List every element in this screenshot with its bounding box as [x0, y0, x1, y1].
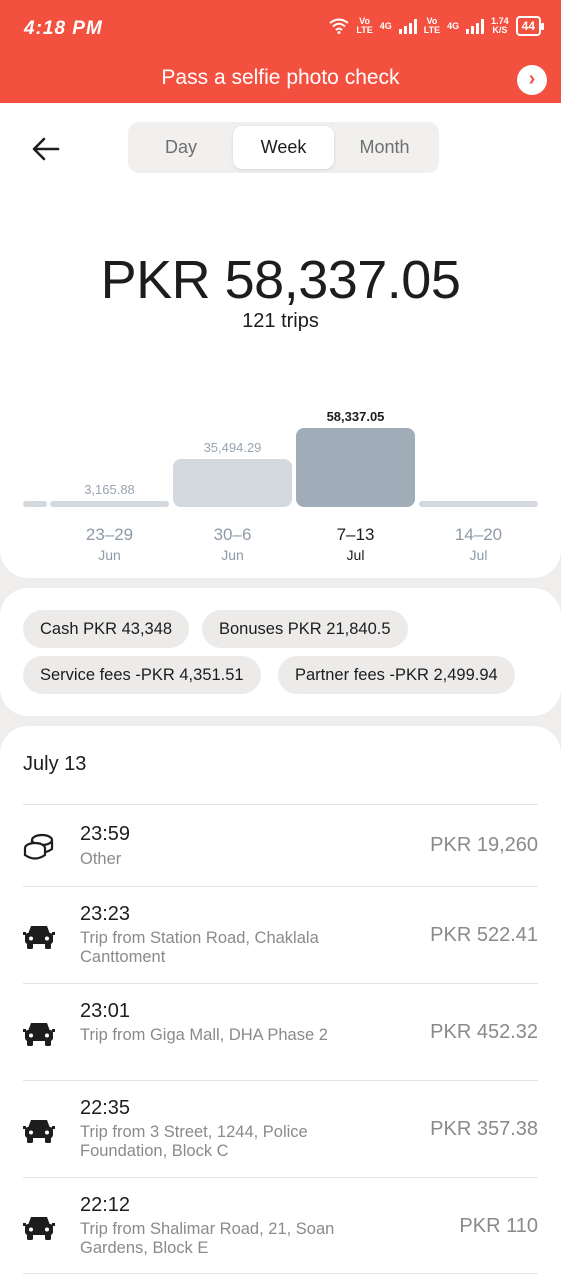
list-item[interactable]: 22:12 Trip from Shalimar Road, 21, Soan …: [0, 1178, 561, 1274]
signal-icon-2: [466, 18, 485, 34]
list-item[interactable]: 22:35 Trip from 3 Street, 1244, Police F…: [0, 1081, 561, 1177]
network-indicator-2: 4G: [447, 20, 460, 31]
chart-month-label: Jun: [221, 547, 244, 563]
chart-range-label: 23–29: [85, 525, 134, 544]
status-time: 4:18 PM: [24, 18, 103, 39]
back-arrow-icon[interactable]: [31, 136, 61, 162]
chart-range-label: 14–20: [454, 525, 503, 544]
chart-value-label: 3,165.88: [84, 482, 135, 497]
item-time: 22:12: [80, 1194, 131, 1216]
car-icon: [23, 926, 55, 949]
item-amount: PKR 522.41: [430, 924, 538, 946]
total-earnings: PKR 58,337.05: [100, 250, 461, 310]
volte-indicator-1: Vo LTE: [356, 16, 373, 35]
chip-partner-fees: Partner fees -PKR 2,499.94: [278, 656, 515, 694]
trip-count: 121 trips: [242, 310, 319, 332]
chart-bar-column[interactable]: [419, 501, 538, 507]
chip-service-fees: Service fees -PKR 4,351.51: [23, 656, 261, 694]
period-selector: Day Week Month: [128, 122, 439, 173]
chart-bar-column[interactable]: 3,165.88: [50, 482, 169, 507]
item-amount: PKR 357.38: [430, 1118, 538, 1140]
chart-range-label: 7–13: [336, 525, 375, 544]
chip-bonuses: Bonuses PKR 21,840.5: [202, 610, 408, 648]
net-speed: 1.74 K/S: [491, 16, 509, 35]
earnings-breakdown-card: Cash PKR 43,348 Bonuses PKR 21,840.5 Ser…: [0, 588, 561, 716]
item-time: 23:01: [80, 1000, 131, 1022]
car-icon: [23, 1217, 55, 1240]
car-icon: [23, 1120, 55, 1143]
item-description: Other: [80, 850, 122, 868]
chart-month-label: Jul: [469, 547, 488, 563]
chart-range-label: 30–6: [213, 525, 252, 544]
chip-cash: Cash PKR 43,348: [23, 610, 190, 648]
chart-bar-column[interactable]: 58,337.05: [296, 409, 415, 507]
list-item[interactable]: 23:59 Other PKR 19,260: [0, 805, 561, 887]
coins-icon: [23, 833, 54, 860]
weekly-earnings-chart: 3,165.88 23–29 Jun 35,494.29 30–6 Jun 58,337.0…: [0, 403, 561, 563]
item-time: 23:23: [80, 903, 131, 925]
earnings-summary-card: Day Week Month PKR 58,337.05 121 trips 3…: [0, 103, 561, 578]
list-item[interactable]: 23:23 Trip from Station Road, Chaklala C…: [0, 887, 561, 983]
car-icon: [23, 1023, 55, 1046]
chart-value-label: 58,337.05: [326, 409, 385, 424]
list-item[interactable]: 23:01 Trip from Giga Mall, DHA Phase 2 P…: [0, 984, 561, 1080]
item-description: Trip from 3 Street, 1244, Police Foundat…: [80, 1123, 308, 1160]
tab-week[interactable]: Week: [233, 126, 334, 169]
chart-bar: [50, 501, 169, 507]
item-amount: PKR 19,260: [430, 834, 538, 856]
item-time: 22:35: [80, 1097, 131, 1119]
chart-bar-column[interactable]: 35,494.29: [173, 440, 292, 507]
item-description: Trip from Giga Mall, DHA Phase 2: [80, 1026, 328, 1044]
chart-value-label: 35,494.29: [203, 440, 262, 455]
chart-month-label: Jun: [98, 547, 121, 563]
status-bar: 4:18 PM Vo LTE 4G Vo LTE 4G 1.74 K/S 44: [0, 0, 561, 54]
chart-month-label: Jul: [346, 547, 365, 563]
network-indicator-1: 4G: [379, 20, 392, 31]
battery-icon: 44: [515, 16, 545, 36]
transactions-card: July 13 23:59 Other PKR 19,260 23:23 Tri…: [0, 726, 561, 1280]
chart-bar: [419, 501, 538, 507]
item-description: Trip from Shalimar Road, 21, Soan Garden…: [80, 1220, 335, 1257]
status-icons: Vo LTE 4G Vo LTE 4G 1.74 K/S 44: [329, 16, 545, 36]
chart-stub-left: [23, 501, 47, 507]
banner-text: Pass a selfie photo check: [161, 66, 400, 89]
item-description: Trip from Station Road, Chaklala Canttom…: [80, 929, 319, 966]
wifi-icon: [329, 18, 350, 34]
tab-month[interactable]: Month: [334, 126, 435, 169]
chevron-right-icon[interactable]: ›: [517, 65, 547, 95]
chart-bar: [296, 428, 415, 507]
item-amount: PKR 452.32: [430, 1021, 538, 1043]
divider: [23, 1273, 538, 1274]
signal-icon-1: [398, 18, 417, 34]
item-time: 23:59: [80, 823, 131, 845]
list-date-header: July 13: [23, 753, 87, 775]
chart-bar: [173, 459, 292, 507]
tab-day[interactable]: Day: [132, 126, 230, 169]
volte-indicator-2: Vo LTE: [423, 16, 441, 35]
item-amount: PKR 110: [459, 1215, 538, 1237]
selfie-check-banner[interactable]: Pass a selfie photo check ›: [0, 54, 561, 103]
